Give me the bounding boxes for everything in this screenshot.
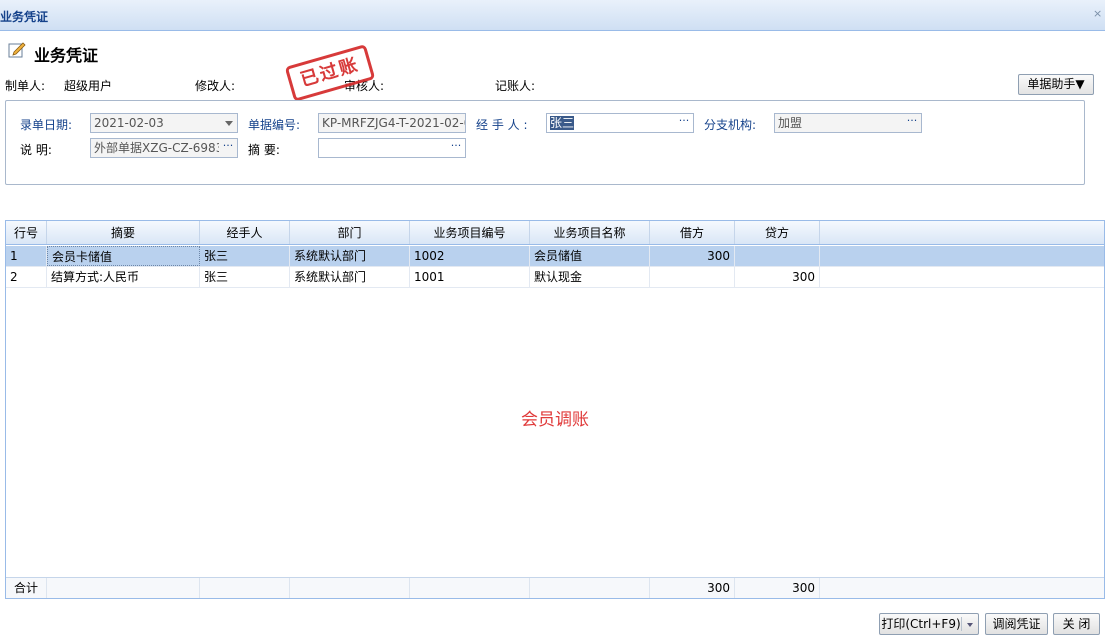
total-empty-cell <box>530 578 650 598</box>
total-empty-cell <box>290 578 410 598</box>
modifier-label: 修改人: <box>195 79 236 93</box>
debit-cell[interactable]: 300 <box>650 246 735 266</box>
credit-cell[interactable] <box>735 246 820 266</box>
column-header[interactable]: 经手人 <box>200 221 290 244</box>
row-number: 1 <box>6 246 47 266</box>
credit-cell[interactable]: 300 <box>735 267 820 287</box>
summary-cell[interactable]: 结算方式:人民币 <box>47 267 200 287</box>
ellipsis-icon[interactable]: ··· <box>447 139 465 157</box>
column-header[interactable]: 行号 <box>6 221 47 244</box>
debit-cell[interactable] <box>650 267 735 287</box>
window-title: 业务凭证 <box>0 10 49 24</box>
total-label: 合计 <box>6 578 47 598</box>
creator-label: 制单人: <box>5 79 46 93</box>
ellipsis-icon[interactable]: ··· <box>675 114 693 132</box>
number-value: KP-MRFZJG4-T-2021-02-0 <box>322 116 466 130</box>
row-number: 2 <box>6 267 47 287</box>
totals-row: 合计 300 300 <box>6 577 1104 598</box>
project-code-cell[interactable]: 1001 <box>410 267 530 287</box>
total-empty-cell <box>47 578 200 598</box>
table-row[interactable]: 1 会员卡储值 张三 系统默认部门 1002 会员储值 300 <box>6 246 1104 267</box>
department-cell[interactable]: 系统默认部门 <box>290 267 410 287</box>
number-field[interactable]: KP-MRFZJG4-T-2021-02-0 <box>318 113 466 133</box>
page-title: 业务凭证 <box>34 46 99 65</box>
grid-header: 行号 摘要 经手人 部门 业务项目编号 业务项目名称 借方 贷方 <box>6 221 1104 245</box>
chevron-down-icon[interactable] <box>225 121 233 126</box>
summary-label: 摘 要: <box>248 143 280 157</box>
total-debit: 300 <box>650 578 735 598</box>
chevron-down-icon[interactable] <box>967 623 973 627</box>
total-credit: 300 <box>735 578 820 598</box>
handler-field[interactable]: 张三 ··· <box>546 113 694 133</box>
table-row[interactable]: 2 结算方式:人民币 张三 系统默认部门 1001 默认现金 300 <box>6 267 1104 288</box>
date-value: 2021-02-03 <box>94 116 164 130</box>
handler-label: 经 手 人 : <box>476 118 528 132</box>
close-button[interactable]: 关 闭 <box>1053 613 1100 635</box>
column-header[interactable]: 业务项目名称 <box>530 221 650 244</box>
branch-label: 分支机构: <box>704 118 757 132</box>
handler-cell[interactable]: 张三 <box>200 267 290 287</box>
project-name-cell[interactable]: 会员储值 <box>530 246 650 266</box>
voucher-grid: 行号 摘要 经手人 部门 业务项目编号 业务项目名称 借方 贷方 1 会员卡储值… <box>5 220 1105 599</box>
window-titlebar: 业务凭证 × <box>0 0 1105 31</box>
handler-value: 张三 <box>550 116 575 130</box>
summary-cell[interactable]: 会员卡储值 <box>47 246 200 266</box>
creator-value: 超级用户 <box>64 79 113 93</box>
description-label: 说 明: <box>20 143 52 157</box>
split-divider <box>961 617 962 631</box>
description-value: 外部单据XZG-CZ-6983 <box>94 141 224 155</box>
branch-field[interactable]: 加盟 ··· <box>774 113 922 133</box>
total-empty-cell <box>410 578 530 598</box>
close-icon[interactable]: × <box>1093 8 1103 19</box>
column-header[interactable]: 摘要 <box>47 221 200 244</box>
handler-cell[interactable]: 张三 <box>200 246 290 266</box>
print-button-label: 打印(Ctrl+F9) <box>881 617 961 631</box>
poster-label: 记账人: <box>495 79 536 93</box>
description-field[interactable]: 外部单据XZG-CZ-6983 ··· <box>90 138 238 158</box>
project-code-cell[interactable]: 1002 <box>410 246 530 266</box>
ellipsis-icon[interactable]: ··· <box>903 114 921 132</box>
total-empty-cell <box>200 578 290 598</box>
ellipsis-icon[interactable]: ··· <box>219 139 237 157</box>
edit-document-icon <box>8 42 26 58</box>
branch-value: 加盟 <box>778 116 803 130</box>
column-header[interactable]: 借方 <box>650 221 735 244</box>
project-name-cell[interactable]: 默认现金 <box>530 267 650 287</box>
column-header[interactable]: 部门 <box>290 221 410 244</box>
view-voucher-button[interactable]: 调阅凭证 <box>985 613 1048 635</box>
summary-field[interactable]: ··· <box>318 138 466 158</box>
column-header[interactable]: 贷方 <box>735 221 820 244</box>
date-label: 录单日期: <box>20 118 73 132</box>
date-field[interactable]: 2021-02-03 <box>90 113 238 133</box>
department-cell[interactable]: 系统默认部门 <box>290 246 410 266</box>
document-helper-button[interactable]: 单据助手▼ <box>1018 74 1094 95</box>
column-header[interactable]: 业务项目编号 <box>410 221 530 244</box>
grid-watermark-note: 会员调账 <box>521 410 589 430</box>
print-button[interactable]: 打印(Ctrl+F9) <box>879 613 979 635</box>
number-label: 单据编号: <box>248 118 301 132</box>
